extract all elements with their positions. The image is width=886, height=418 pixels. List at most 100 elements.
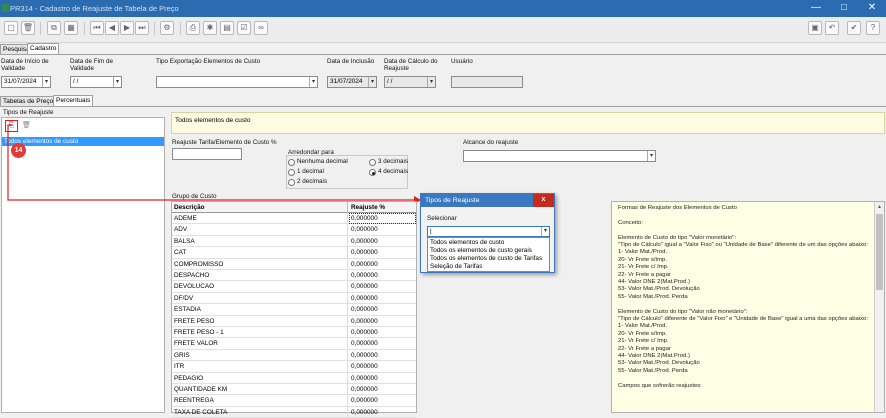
table-row[interactable]: GRIS 0,000000 bbox=[172, 349, 416, 362]
cell-descricao: FRETE PESO - 1 bbox=[172, 327, 348, 338]
help-line: 44- Valor DNE 2(Mat.Prod.) bbox=[618, 279, 690, 286]
table-row[interactable]: DESPACHO 0,000000 bbox=[172, 270, 416, 282]
radio-nenhuma[interactable] bbox=[288, 159, 295, 166]
cell-reajuste[interactable]: 0,000000 bbox=[349, 384, 416, 395]
cell-reajuste[interactable]: 0,000000 bbox=[349, 316, 416, 327]
cell-reajuste[interactable]: 0,000000 bbox=[349, 350, 416, 361]
help-line: 20- Vr Frete s/Imp. bbox=[618, 330, 667, 337]
help-line bbox=[618, 301, 870, 308]
scroll-up-icon[interactable]: ▲ bbox=[877, 204, 882, 210]
help-line: 21- Vr Frete c/ Imp. bbox=[618, 264, 669, 271]
help-line bbox=[618, 227, 870, 234]
alcance-select[interactable]: ▾ bbox=[463, 150, 656, 162]
table-row[interactable]: ADV 0,000000 bbox=[172, 224, 416, 236]
radio-2-decimais[interactable] bbox=[288, 179, 295, 186]
tipos-reajuste-dialog: Tipos de Reajuste x Selecionar | ▾ Todos … bbox=[420, 193, 555, 273]
help-line: 22- Vr Frete a pagar bbox=[618, 345, 671, 352]
option-todos-elementos[interactable]: Todos elementos de custo bbox=[430, 239, 504, 247]
label-grupo-custo: Grupo de Custo bbox=[172, 193, 217, 200]
cell-reajuste[interactable]: 0,000000 bbox=[349, 213, 416, 224]
help-line: 20- Vr Frete s/Imp. bbox=[618, 256, 667, 263]
cell-descricao: FRETE PESO bbox=[172, 315, 348, 327]
cell-descricao: COMPROMISSO bbox=[172, 258, 348, 270]
option-selecao-tarifas[interactable]: Seleção de Tarifas bbox=[430, 263, 482, 271]
table-row[interactable]: DEVOLUCAO 0,000000 bbox=[172, 281, 416, 293]
banner-text: Todos elementos de custo bbox=[175, 117, 251, 124]
radio-4-decimais[interactable] bbox=[369, 169, 376, 176]
cell-descricao: QUANTIDADE KM bbox=[172, 384, 348, 395]
cell-descricao: REENTREGA bbox=[172, 395, 348, 407]
table-row[interactable]: ESTADIA 0,000000 bbox=[172, 304, 416, 316]
dialog-options-list: Todos elementos de custo Todos os elemen… bbox=[427, 237, 550, 272]
reajuste-tarifa-input[interactable] bbox=[172, 148, 242, 160]
cell-reajuste[interactable]: 0,000000 bbox=[349, 247, 416, 258]
table-row[interactable]: ADEME 0,000000 bbox=[172, 213, 416, 225]
cell-descricao: FRETE VALOR bbox=[172, 338, 348, 350]
table-row[interactable]: CAT 0,000000 bbox=[172, 247, 416, 259]
radio-3-decimais[interactable] bbox=[369, 159, 376, 166]
cell-reajuste[interactable]: 0,000000 bbox=[349, 327, 416, 338]
table-row[interactable]: DF/DV 0,000000 bbox=[172, 292, 416, 305]
scroll-thumb[interactable] bbox=[876, 214, 883, 290]
help-line: 44- Valor DNE 2(Mat.Prod.) bbox=[618, 353, 690, 360]
radio-1-decimal[interactable] bbox=[288, 169, 295, 176]
option-label: 2 decimais bbox=[297, 178, 328, 185]
cell-descricao: DESPACHO bbox=[172, 270, 348, 281]
cell-reajuste[interactable]: 0,000000 bbox=[349, 395, 416, 406]
dialog-titlebar: Tipos de Reajuste x bbox=[421, 194, 554, 207]
option-custo-tarifas[interactable]: Todos os elementos de custo de Tarifas bbox=[430, 255, 542, 263]
cell-reajuste[interactable]: 0,000000 bbox=[349, 270, 416, 281]
help-line: 1- Valor Mat./Prod. bbox=[618, 323, 667, 330]
chevron-down-icon[interactable]: ▾ bbox=[541, 227, 549, 236]
help-scrollbar[interactable]: ▲ bbox=[874, 202, 884, 412]
table-row[interactable]: FRETE PESO 0,000000 bbox=[172, 315, 416, 327]
table-row[interactable]: ITR 0,000000 bbox=[172, 361, 416, 373]
table-row[interactable]: FRETE PESO - 1 0,000000 bbox=[172, 327, 416, 339]
cell-descricao: BALSA bbox=[172, 235, 348, 247]
table-row[interactable]: REENTREGA 0,000000 bbox=[172, 395, 416, 407]
dialog-select-label: Selecionar bbox=[427, 215, 457, 222]
cell-reajuste[interactable]: 0,000000 bbox=[349, 338, 416, 349]
help-line bbox=[618, 212, 870, 219]
cell-descricao: ADEME bbox=[172, 213, 348, 224]
dialog-close-button[interactable]: x bbox=[533, 194, 554, 207]
option-label: 4 decimais bbox=[378, 168, 409, 175]
table-row[interactable]: TAXA DE COLETA 0,000000 bbox=[172, 406, 416, 418]
help-line: 1- Valor Mat./Prod. bbox=[618, 249, 667, 256]
cell-reajuste[interactable]: 0,000000 bbox=[349, 236, 416, 247]
cell-descricao: ITR bbox=[172, 361, 348, 373]
chevron-down-icon[interactable]: ▾ bbox=[647, 151, 655, 161]
cell-descricao: ADV bbox=[172, 224, 348, 236]
cell-reajuste[interactable]: 0,000000 bbox=[349, 224, 416, 235]
cell-reajuste[interactable]: 0,000000 bbox=[349, 281, 416, 292]
help-line: 21- Vr Frete c/ Imp. bbox=[618, 338, 669, 345]
cell-descricao: DEVOLUCAO bbox=[172, 281, 348, 293]
cell-reajuste[interactable]: 0,000000 bbox=[349, 259, 416, 270]
help-line: Elemento de Custo do tipo "Valor monetár… bbox=[618, 234, 737, 241]
table-row[interactable]: QUANTIDADE KM 0,000000 bbox=[172, 384, 416, 396]
cell-reajuste[interactable]: 0,000000 bbox=[349, 373, 416, 384]
header-reajuste: Reajuste % bbox=[351, 204, 386, 211]
dialog-select-value: | bbox=[430, 228, 432, 235]
cell-reajuste[interactable]: 0,000000 bbox=[349, 293, 416, 304]
help-panel: Formas de Reajuste dos Elementos de Cust… bbox=[611, 201, 885, 413]
help-line: 55- Valor Mat./Prod. Perda bbox=[618, 293, 688, 300]
option-label: 3 decimais bbox=[378, 158, 409, 165]
header-descricao: Descrição bbox=[172, 202, 348, 213]
cell-descricao: CAT bbox=[172, 247, 348, 259]
option-custo-gerais[interactable]: Todos os elementos de custo gerais bbox=[430, 247, 532, 255]
help-line: 53- Valor Mat./Prod. Devolução bbox=[618, 360, 700, 367]
help-line: Campos que sofrerão reajustes: bbox=[618, 382, 702, 389]
label-alcance: Alcance do reajuste bbox=[463, 139, 519, 146]
grupo-custo-table: Descrição Reajuste % ADEME 0,000000 ADV 0,0… bbox=[171, 201, 417, 418]
table-row[interactable]: BALSA 0,000000 bbox=[172, 235, 416, 248]
cell-reajuste[interactable]: 0,000000 bbox=[349, 407, 416, 418]
help-line: 55- Valor Mat./Prod. Perda bbox=[618, 367, 688, 374]
table-row[interactable]: PEDAGIO 0,000000 bbox=[172, 372, 416, 384]
table-row[interactable]: COMPROMISSO 0,000000 bbox=[172, 258, 416, 270]
help-line: "Tipo de Cálculo" diferente de "Valor Fi… bbox=[618, 316, 868, 323]
dialog-select[interactable]: | ▾ bbox=[427, 226, 550, 237]
table-row[interactable]: FRETE VALOR 0,000000 bbox=[172, 338, 416, 350]
cell-reajuste[interactable]: 0,000000 bbox=[349, 361, 416, 372]
cell-reajuste[interactable]: 0,000000 bbox=[349, 304, 416, 315]
